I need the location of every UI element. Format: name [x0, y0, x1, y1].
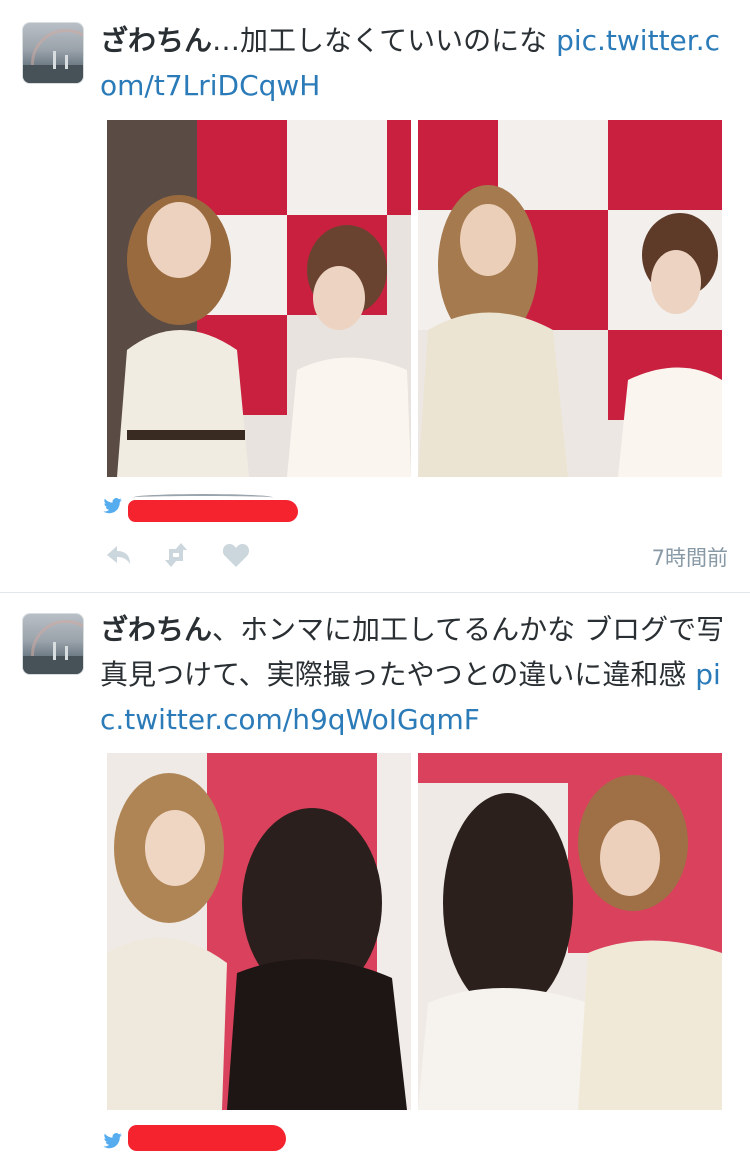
user-name[interactable]: ざわちん: [100, 613, 212, 646]
photo[interactable]: [418, 120, 722, 477]
tweet[interactable]: ざわちん、ホンマに加工してるんかな ブログで写真見つけて、実際撮ったやつとの違い…: [0, 593, 750, 1159]
tweet-text: ざわちん…加工しなくていいのにな pic.twitter.com/t7LriDC…: [100, 18, 732, 108]
avatar[interactable]: [22, 22, 84, 84]
redaction-mark: [128, 1125, 286, 1151]
photo-image: [107, 120, 411, 477]
photo[interactable]: [107, 120, 411, 477]
redaction-mark: [128, 500, 298, 522]
photo-image: [418, 120, 722, 477]
tweet-media[interactable]: [107, 753, 722, 1110]
photo-image: [107, 753, 411, 1110]
photo[interactable]: [107, 753, 411, 1110]
tweet-body: …加工しなくていいのにな: [212, 24, 557, 57]
timestamp[interactable]: 7時間前: [652, 542, 728, 572]
tweet-media[interactable]: [107, 120, 722, 477]
tweet-text: ざわちん、ホンマに加工してるんかな ブログで写真見つけて、実際撮ったやつとの違い…: [100, 607, 732, 742]
reply-icon[interactable]: [103, 540, 133, 570]
favorite-icon[interactable]: [221, 540, 251, 570]
twitter-bird-icon: [103, 498, 122, 514]
avatar[interactable]: [22, 613, 84, 675]
photo-image: [418, 753, 722, 1110]
tweet-actions: [103, 540, 733, 570]
retweet-icon[interactable]: [161, 540, 191, 570]
tweet[interactable]: ざわちん…加工しなくていいのにな pic.twitter.com/t7LriDC…: [0, 0, 750, 592]
twitter-bird-icon: [103, 1133, 122, 1149]
user-name[interactable]: ざわちん: [100, 24, 212, 57]
photo[interactable]: [418, 753, 722, 1110]
